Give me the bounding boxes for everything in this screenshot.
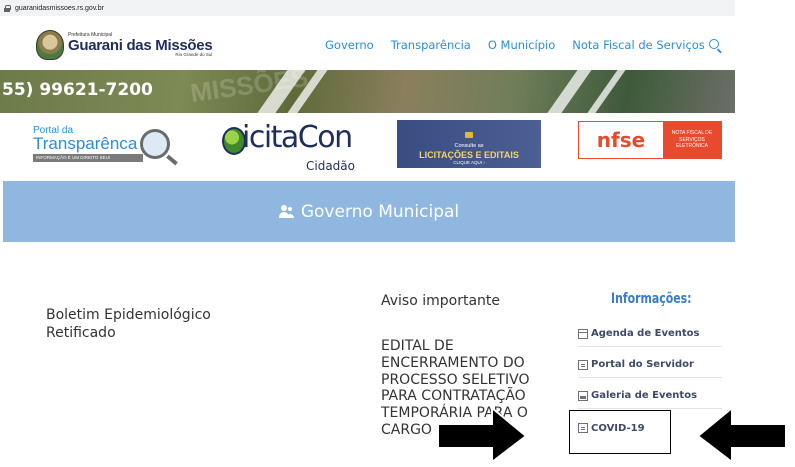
- hero-banner: MISSÕES 55) 99621-7200: [0, 70, 735, 113]
- sidebar-title: Informações:: [611, 291, 692, 307]
- people-icon: [278, 204, 295, 219]
- licitacoes-editais-link[interactable]: Consulte as LICITAÇÕES E EDITAIS CLIQUE …: [397, 120, 541, 168]
- arrow-right-icon: [437, 405, 528, 464]
- hammer-icon: [465, 132, 473, 138]
- gallery-icon: [578, 390, 588, 401]
- url-text: guaranidasmissoes.rs.gov.br: [15, 4, 104, 12]
- licitacon-link[interactable]: icitaCon Cidadão: [220, 121, 360, 177]
- logo-subtitle: Rio Grande do Sul: [175, 51, 213, 57]
- licitacon-sub: Cidadão: [306, 159, 355, 173]
- arrow-left-icon: [696, 405, 787, 464]
- sidebar-item-label: Galeria de Eventos: [591, 390, 698, 401]
- site-logo[interactable]: Prefeitura Municipal Guarani das Missões…: [36, 30, 213, 60]
- news-aviso-heading: Aviso importante: [381, 293, 501, 309]
- nfse-logo: nfse: [579, 122, 663, 158]
- address-bar[interactable]: guaranidasmissoes.rs.gov.br: [0, 0, 735, 16]
- section-title: Governo Municipal: [300, 201, 460, 222]
- licit-line2: LICITAÇÕES E EDITAIS: [419, 149, 519, 160]
- sidebar-item-agenda[interactable]: Agenda de Eventos: [578, 321, 722, 347]
- main-nav: Governo Transparência O Município Nota F…: [325, 38, 722, 52]
- nav-nota-fiscal[interactable]: Nota Fiscal de Serviços: [572, 38, 705, 52]
- licitacon-name: icitaCon: [242, 120, 353, 155]
- logo-text: Prefeitura Municipal Guarani das Missões…: [68, 32, 213, 58]
- licit-line1: Consulte as: [454, 143, 484, 149]
- licit-line3: CLIQUE AQUI ›: [453, 160, 485, 166]
- partner-logos: Portal da Transparênca INFORMAÇÃO É UM D…: [0, 113, 735, 181]
- magnifier-icon: [140, 129, 170, 159]
- portal-tagline: INFORMAÇÃO É UM DIREITO SEU!: [33, 154, 143, 162]
- sidebar-item-portal-servidor[interactable]: Portal do Servidor: [578, 352, 722, 378]
- highlight-box: [569, 410, 671, 454]
- banner-faded-text: MISSÕES: [188, 70, 310, 109]
- sidebar-item-label: Portal do Servidor: [591, 359, 694, 370]
- calendar-icon: [578, 328, 588, 339]
- portal-transparencia-link[interactable]: Portal da Transparênca INFORMAÇÃO É UM D…: [33, 125, 179, 169]
- lock-icon: [4, 4, 11, 12]
- search-icon[interactable]: [709, 39, 719, 49]
- nav-municipio[interactable]: O Município: [488, 38, 555, 52]
- nfse-link[interactable]: nfse NOTA FISCAL DE SERVIÇOS ELETRÔNICA: [578, 121, 722, 159]
- site-header: Prefeitura Municipal Guarani das Missões…: [0, 16, 735, 70]
- banner-stripe: [535, 70, 599, 113]
- banner-phone: 55) 99621-7200: [2, 80, 153, 100]
- news-boletim-link[interactable]: Boletim Epidemiológico Retificado: [46, 307, 246, 342]
- portal-line2-text: Transparênc: [33, 134, 128, 153]
- crest-icon: [36, 30, 64, 60]
- nav-governo[interactable]: Governo: [325, 38, 374, 52]
- document-icon: [578, 359, 588, 370]
- sidebar-item-label: Agenda de Eventos: [591, 328, 700, 339]
- nfse-description: NOTA FISCAL DE SERVIÇOS ELETRÔNICA: [663, 122, 721, 158]
- portal-line2-tail: a: [127, 134, 138, 153]
- nav-transparencia[interactable]: Transparência: [391, 38, 471, 52]
- logo-name: Guarani das Missões: [68, 36, 213, 54]
- section-banner: Governo Municipal: [3, 181, 735, 242]
